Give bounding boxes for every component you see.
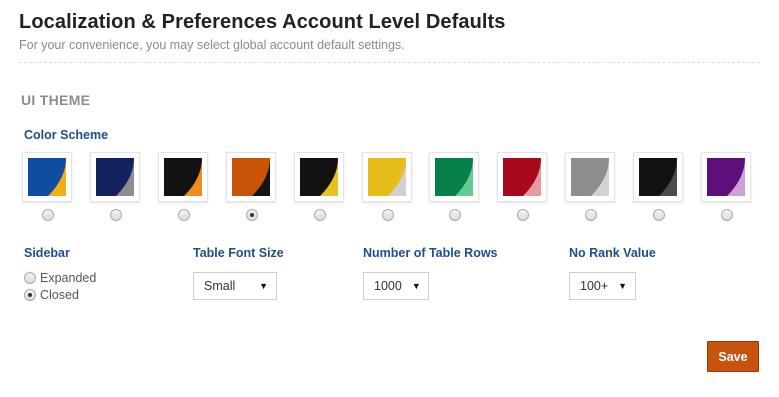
color-swatch[interactable] [22,152,72,202]
sidebar-option-label: Closed [40,288,79,302]
sidebar-option-closed[interactable]: Closed [24,288,96,302]
color-scheme-radio[interactable] [382,209,394,221]
swatch-tile [164,158,202,196]
no-rank-label: No Rank Value [569,246,656,260]
swatch-tile [707,158,745,196]
color-swatch[interactable] [429,152,479,202]
color-swatch[interactable] [565,152,615,202]
select-value: 1000 [374,279,402,293]
no-rank-setting: No Rank Value 100+ ▼ [569,246,656,300]
color-swatch[interactable] [158,152,208,202]
radio-closed[interactable] [24,289,36,301]
color-scheme-label: Color Scheme [24,128,109,142]
section-title-ui-theme: UI THEME [21,92,91,108]
color-scheme-radio[interactable] [110,209,122,221]
color-scheme-radio[interactable] [721,209,733,221]
color-swatch[interactable] [701,152,751,202]
caret-down-icon: ▼ [411,281,421,291]
sidebar-option-label: Expanded [40,271,97,285]
caret-down-icon: ▼ [618,281,628,291]
swatch-tile [368,158,406,196]
table-font-size-label: Table Font Size [193,246,284,260]
swatch-tile [300,158,338,196]
color-swatch[interactable] [226,152,276,202]
color-swatch[interactable] [362,152,412,202]
table-rows-select[interactable]: 1000 ▼ [363,272,429,300]
page-title: Localization & Preferences Account Level… [19,11,506,33]
color-swatch[interactable] [90,152,140,202]
swatch-tile [639,158,677,196]
sidebar-label: Sidebar [24,246,70,260]
select-value: 100+ [580,279,609,293]
color-swatch[interactable] [633,152,683,202]
color-scheme-radio[interactable] [314,209,326,221]
save-button[interactable]: Save [707,341,759,372]
swatch-tile [435,158,473,196]
color-scheme-radio[interactable] [517,209,529,221]
swatch-tile [96,158,134,196]
color-scheme-radio[interactable] [42,209,54,221]
table-rows-label: Number of Table Rows [363,246,498,260]
color-swatch[interactable] [294,152,344,202]
swatch-tile [571,158,609,196]
page-subtitle: For your convenience, you may select glo… [19,38,405,52]
color-scheme-radio[interactable] [449,209,461,221]
caret-down-icon: ▼ [259,281,268,291]
radio-expanded[interactable] [24,272,36,284]
table-font-size-setting: Table Font Size Small ▼ [193,246,284,300]
divider [19,62,760,63]
sidebar-setting: Sidebar Expanded Closed [24,246,96,302]
table-rows-setting: Number of Table Rows 1000 ▼ [363,246,498,300]
swatch-tile [28,158,66,196]
table-font-size-select[interactable]: Small ▼ [193,272,277,300]
swatch-tile [503,158,541,196]
select-value: Small [204,279,236,293]
color-scheme-radio[interactable] [178,209,190,221]
no-rank-select[interactable]: 100+ ▼ [569,272,636,300]
color-swatch[interactable] [497,152,547,202]
color-scheme-radio[interactable] [653,209,665,221]
color-scheme-radio[interactable] [585,209,597,221]
sidebar-option-expanded[interactable]: Expanded [24,271,96,285]
swatch-tile [232,158,270,196]
color-scheme-radio[interactable] [246,209,258,221]
